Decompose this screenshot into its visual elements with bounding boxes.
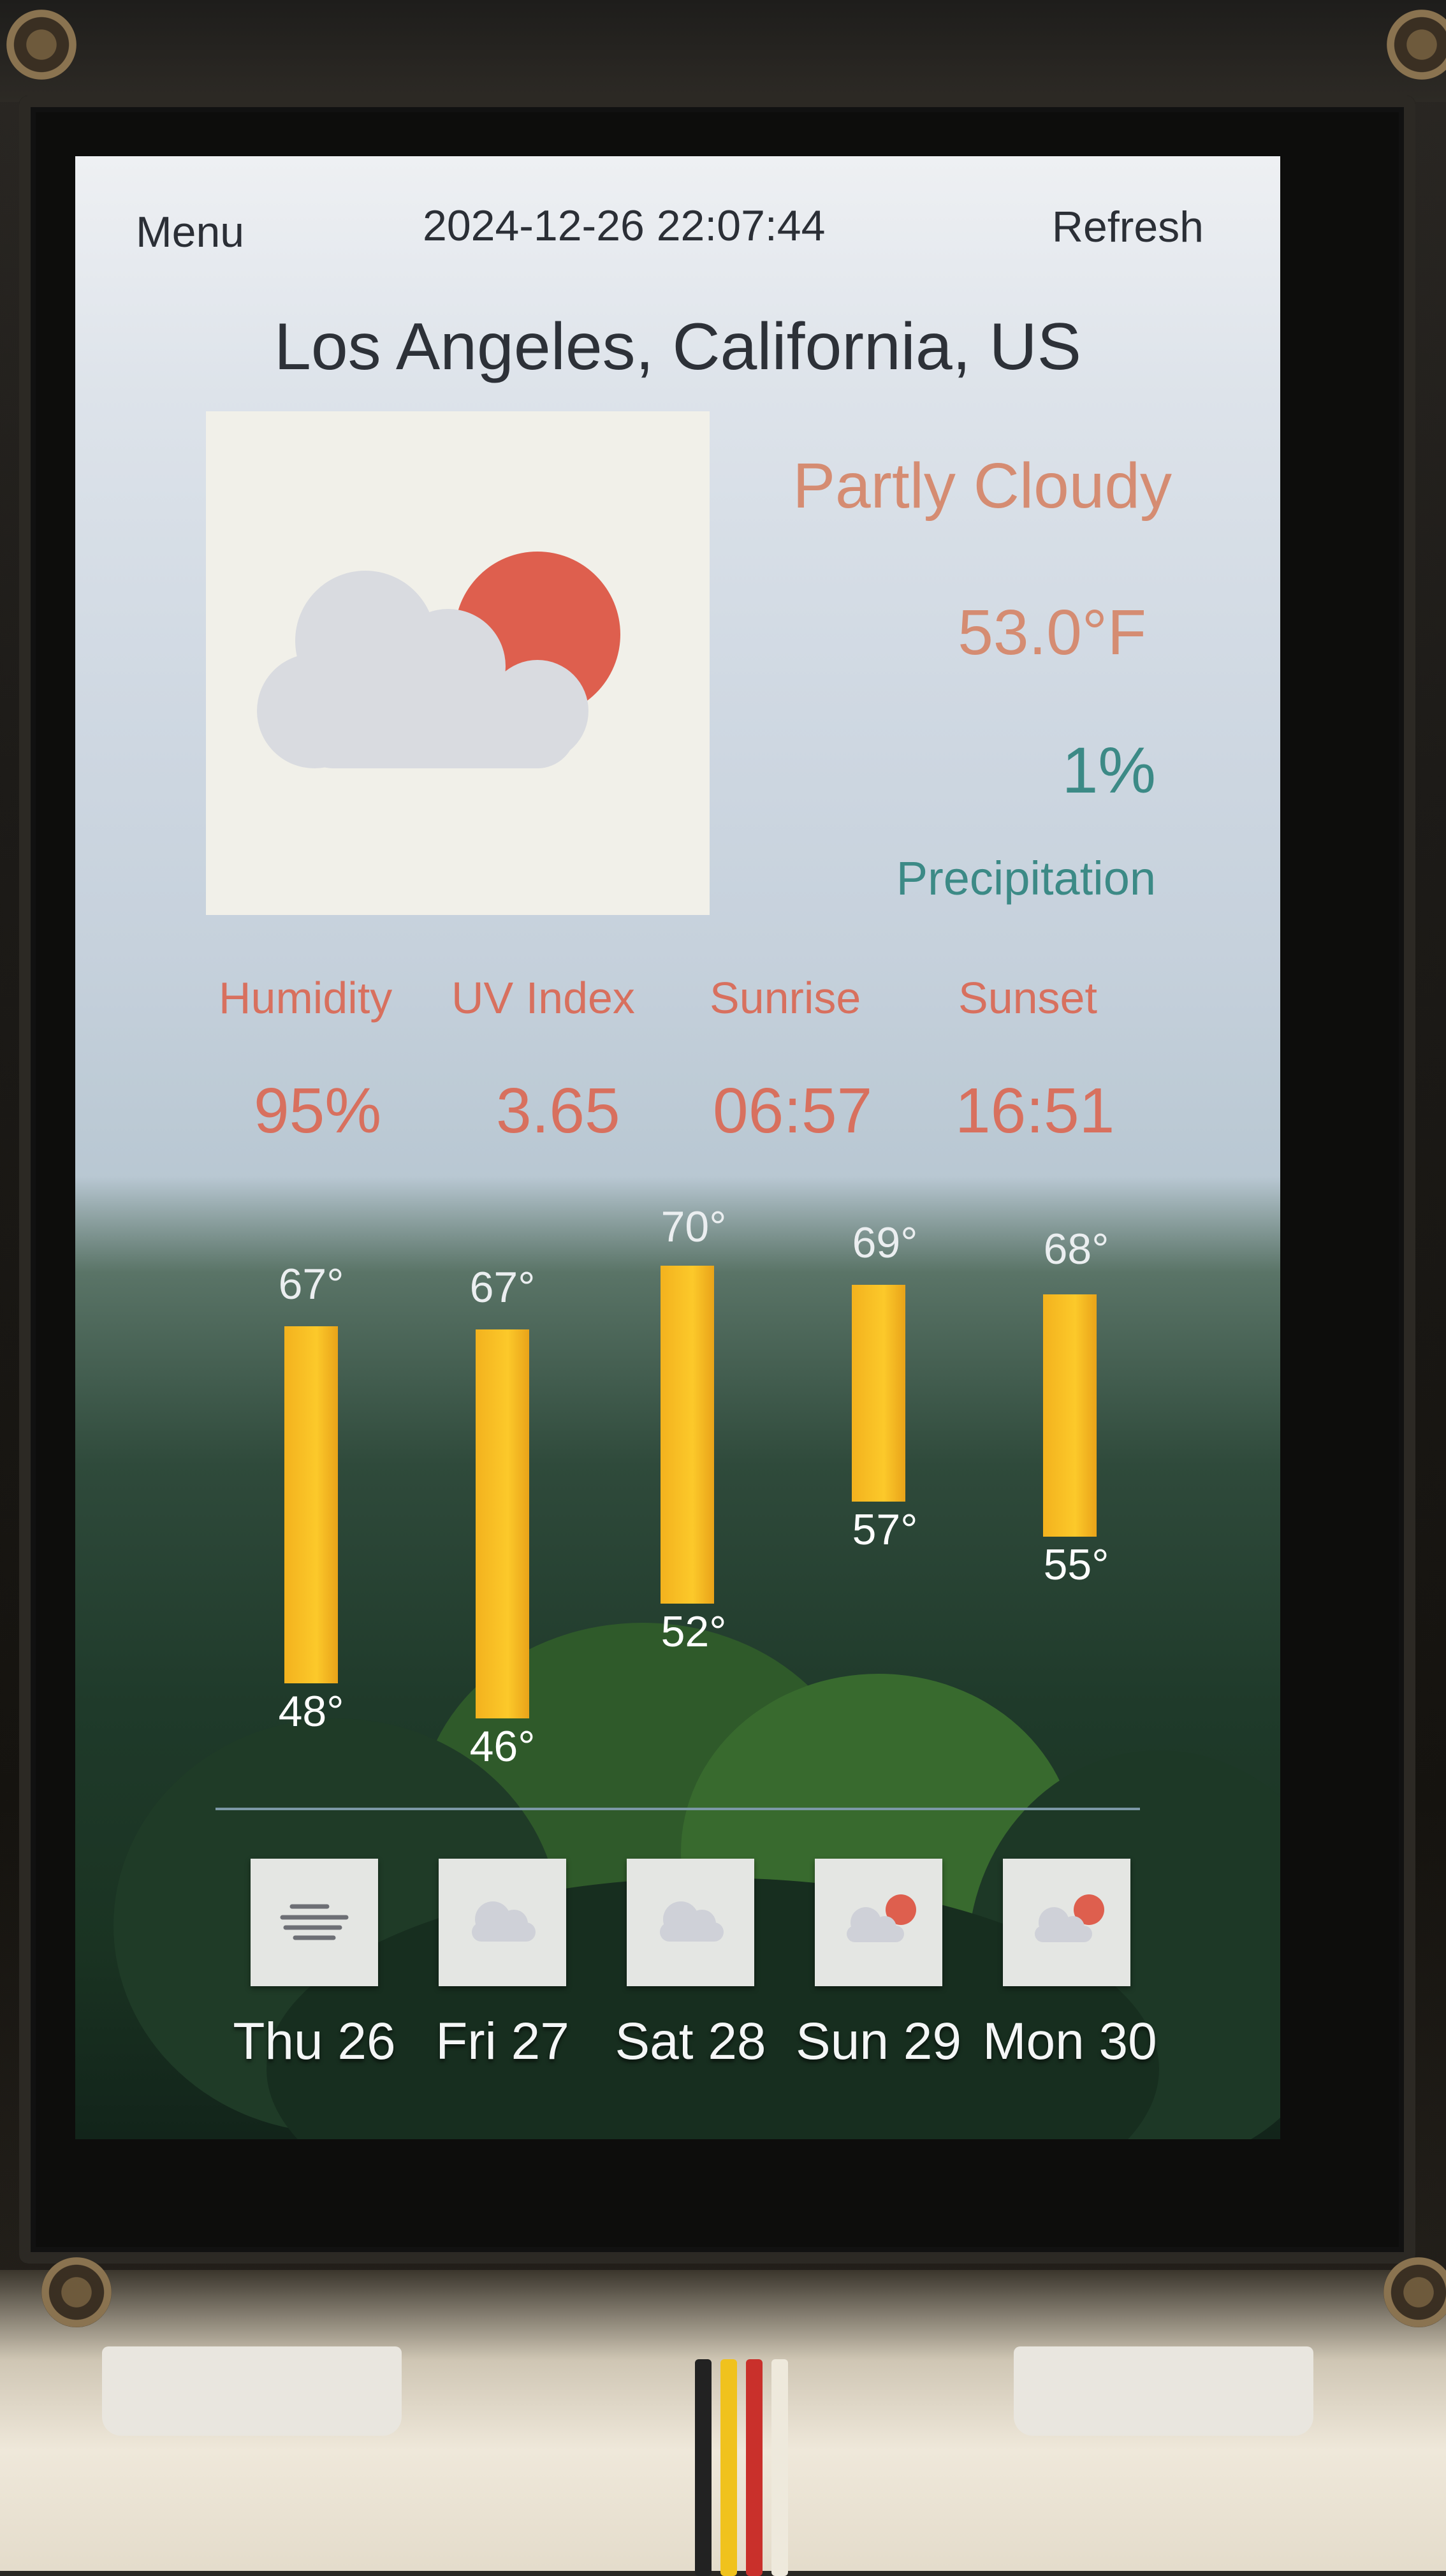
screw-bottom-left [41, 2257, 112, 2327]
forecast-high-sun: 69° [852, 1218, 918, 1267]
cloud-icon [472, 1901, 536, 1942]
forecast-bar-fri [476, 1329, 529, 1718]
cable-black [695, 2359, 712, 2576]
forecast-day-label-sat: Sat 28 [615, 2012, 766, 2070]
forecast-low-sat: 52° [661, 1607, 727, 1656]
current-weather-icon-box [206, 411, 710, 915]
forecast-low-thu: 48° [278, 1687, 344, 1736]
uv-index-value: 3.65 [496, 1075, 620, 1146]
forecast-low-mon: 55° [1043, 1540, 1109, 1589]
forecast-day-mon[interactable] [1003, 1859, 1130, 1986]
cloud-icon [660, 1901, 724, 1942]
forecast-low-sun: 57° [852, 1505, 918, 1554]
forecast-high-mon: 68° [1043, 1225, 1109, 1273]
partly-cloudy-icon [847, 1894, 916, 1942]
forecast-day-fri[interactable] [439, 1859, 566, 1986]
partly-cloudy-icon [257, 552, 620, 768]
forecast-day-label-sun: Sun 29 [796, 2012, 961, 2070]
forecast-bar-sun [852, 1285, 905, 1502]
condition-label: Partly Cloudy [792, 450, 1172, 522]
sunset-value: 16:51 [955, 1075, 1115, 1146]
forecast-bar-sat [661, 1266, 714, 1604]
forecast-divider [215, 1808, 1140, 1810]
sunset-label: Sunset [958, 973, 1097, 1023]
humidity-value: 95% [254, 1075, 382, 1146]
forecast-high-fri: 67° [469, 1263, 536, 1312]
location-title: Los Angeles, California, US [274, 310, 1082, 384]
partly-cloudy-icon [1035, 1894, 1104, 1942]
forecast-bar-mon [1043, 1294, 1097, 1537]
cable-red [746, 2359, 763, 2576]
mount-clip-left [102, 2346, 402, 2436]
forecast-high-thu: 67° [278, 1260, 344, 1308]
device-top-edge [0, 0, 1446, 102]
temperature-value: 53.0°F [958, 597, 1146, 668]
mount-clip-right [1014, 2346, 1313, 2436]
sunrise-value: 06:57 [713, 1075, 873, 1146]
forecast-bar-thu [284, 1326, 338, 1683]
precipitation-value: 1% [1062, 734, 1156, 807]
fog-icon [280, 1904, 349, 1940]
cable-white [771, 2359, 788, 2576]
precipitation-label: Precipitation [896, 852, 1156, 905]
weather-screen: Menu 2024-12-26 22:07:44 Refresh Los Ang… [75, 156, 1280, 2139]
datetime-label: 2024-12-26 22:07:44 [423, 201, 826, 250]
screw-top-left [6, 10, 77, 80]
menu-button[interactable]: Menu [136, 207, 244, 257]
forecast-low-fri: 46° [469, 1722, 536, 1771]
forecast-day-sat[interactable] [627, 1859, 754, 1986]
forecast-day-label-fri: Fri 27 [435, 2012, 569, 2070]
forecast-day-thu[interactable] [251, 1859, 378, 1986]
forecast-high-sat: 70° [661, 1203, 727, 1251]
uv-index-label: UV Index [451, 973, 635, 1023]
forecast-day-label-mon: Mon 30 [982, 2012, 1157, 2070]
cable-yellow [720, 2359, 737, 2576]
refresh-button[interactable]: Refresh [1052, 202, 1204, 252]
humidity-label: Humidity [219, 973, 393, 1023]
forecast-day-label-thu: Thu 26 [233, 2012, 396, 2070]
forecast-day-sun[interactable] [815, 1859, 942, 1986]
sunrise-label: Sunrise [710, 973, 861, 1023]
